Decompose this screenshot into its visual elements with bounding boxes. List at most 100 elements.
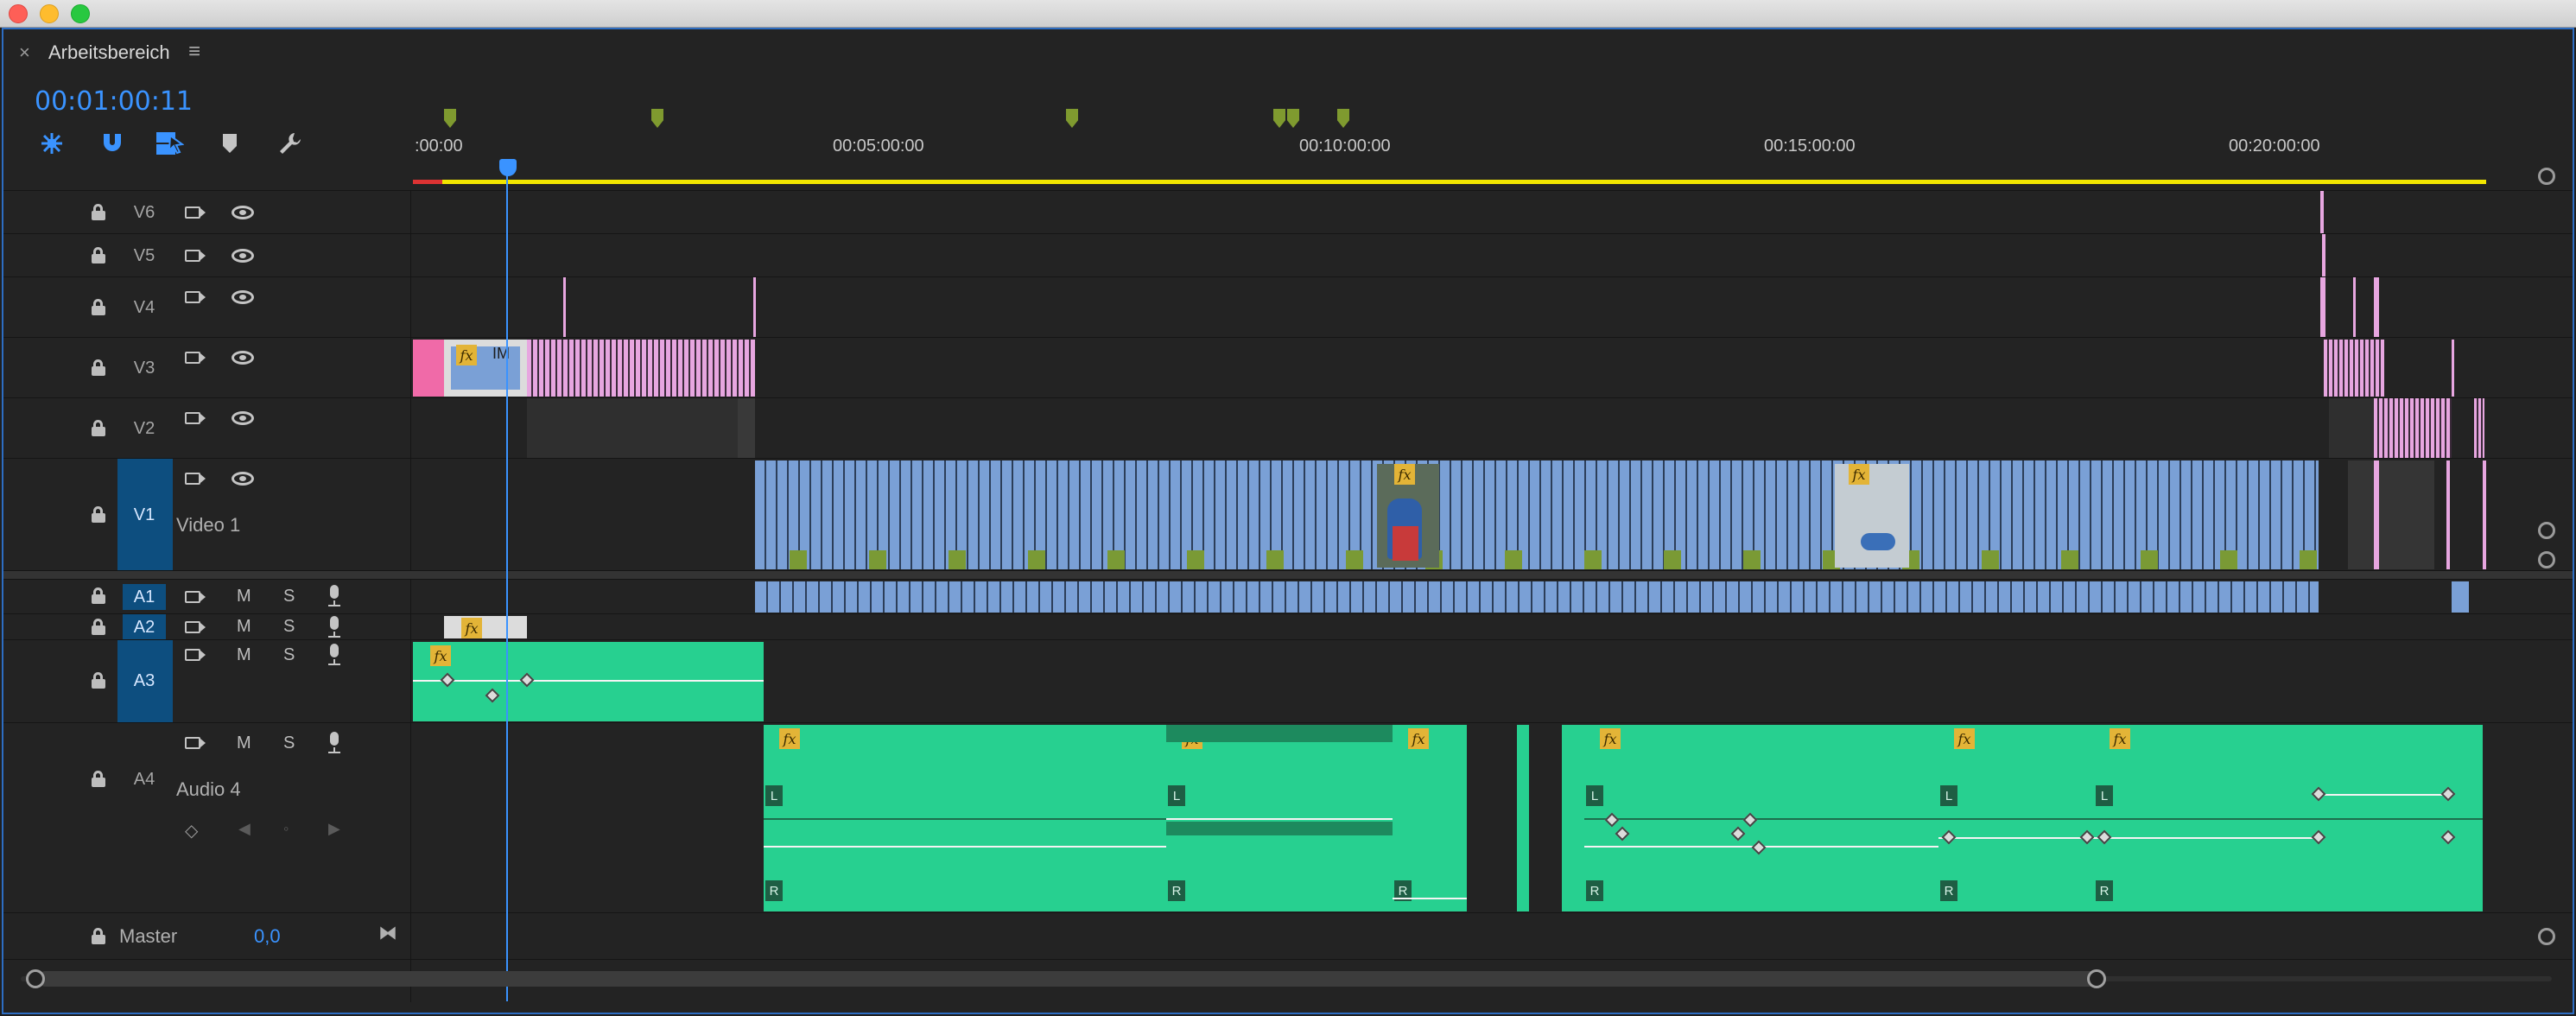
track-lane[interactable]: fx [413, 614, 2540, 639]
track-name[interactable]: V1 [123, 502, 166, 528]
thumbnail-clip[interactable]: fx [1377, 464, 1439, 568]
keyframe-toggle-icon[interactable]: ◦ [283, 820, 289, 838]
keyframe[interactable] [440, 672, 455, 688]
clip[interactable] [2452, 340, 2454, 397]
clip[interactable] [527, 340, 755, 397]
keyframe[interactable] [1941, 829, 1957, 845]
zoom-window-button[interactable] [71, 4, 90, 23]
mute-button[interactable]: M [237, 587, 251, 606]
clip[interactable] [2374, 277, 2379, 337]
track-lane[interactable] [413, 398, 2540, 458]
audio-clip[interactable] [1562, 725, 1584, 911]
microphone-icon[interactable] [327, 644, 342, 666]
audio-scroll-handle[interactable] [2538, 551, 2555, 568]
track-name[interactable]: A4 [123, 766, 166, 792]
clip[interactable] [2320, 191, 2324, 233]
clip[interactable]: fx [444, 616, 527, 638]
eye-icon[interactable] [232, 411, 254, 425]
zoom-scrollbar-start-handle[interactable] [26, 969, 45, 988]
lock-icon[interactable] [90, 927, 107, 944]
track-lane[interactable]: fx IM [413, 338, 2540, 397]
eye-icon[interactable] [232, 290, 254, 304]
zoom-scrollbar-end-handle[interactable] [2087, 969, 2106, 988]
time-ruler[interactable]: :00:00 00:05:00:00 00:10:00:00 00:15:00:… [413, 79, 2552, 192]
track-lane[interactable]: fx L R fx L R fx [413, 723, 2540, 912]
sequence-tab-title[interactable]: Arbeitsbereich [48, 41, 170, 64]
close-window-button[interactable] [9, 4, 28, 23]
audio-scroll-handle[interactable] [2538, 928, 2555, 945]
keyframe[interactable] [519, 672, 535, 688]
sync-lock-icon[interactable] [183, 246, 207, 265]
sequence-marker[interactable] [1287, 109, 1299, 128]
track-lane[interactable] [413, 234, 2540, 276]
track-label[interactable]: Video 1 [176, 514, 240, 537]
thumbnail-clip[interactable]: fx [1835, 464, 1909, 568]
clip[interactable] [2374, 398, 2452, 458]
mute-button[interactable]: M [237, 617, 251, 637]
mute-button[interactable]: M [237, 733, 251, 753]
eye-icon[interactable] [232, 249, 254, 263]
track-lane[interactable] [413, 277, 2540, 337]
clip[interactable] [2322, 234, 2325, 276]
volume-rubberband[interactable] [2319, 794, 2448, 796]
volume-rubberband[interactable] [1166, 818, 1393, 820]
keyframe[interactable] [1742, 812, 1758, 828]
sync-lock-icon[interactable] [183, 348, 207, 367]
microphone-icon[interactable] [327, 732, 342, 754]
clip[interactable] [2329, 398, 2377, 458]
track-name[interactable]: A3 [123, 668, 166, 694]
track-lane[interactable] [413, 580, 2540, 613]
volume-rubberband[interactable] [764, 846, 1166, 848]
audio-clip[interactable]: fx L R [2094, 725, 2483, 911]
eye-icon[interactable] [232, 351, 254, 365]
clip[interactable] [2353, 277, 2356, 337]
prev-keyframe-icon[interactable]: ◀ [238, 820, 251, 838]
sequence-marker[interactable] [1273, 109, 1285, 128]
keyframe[interactable] [2311, 786, 2326, 802]
go-to-end-icon[interactable]: ⧓ [378, 922, 397, 944]
lock-icon[interactable] [90, 671, 107, 689]
eye-icon[interactable] [232, 472, 254, 486]
sequence-marker[interactable] [1066, 109, 1078, 128]
clip[interactable] [2374, 460, 2379, 569]
microphone-icon[interactable] [327, 585, 342, 607]
sequence-marker[interactable] [444, 109, 456, 128]
audio-clip[interactable]: fx L R [1584, 725, 1938, 911]
sequence-marker[interactable] [1337, 109, 1349, 128]
audio-clip[interactable]: fx [413, 642, 764, 721]
lock-icon[interactable] [90, 505, 107, 523]
playhead-handle[interactable] [499, 159, 517, 176]
audio-clip[interactable]: fx L R [764, 725, 1166, 911]
video-clip-group[interactable] [755, 460, 2319, 569]
sequence-marker[interactable] [651, 109, 663, 128]
eye-icon[interactable] [232, 206, 254, 219]
lock-icon[interactable] [90, 203, 107, 220]
track-lane[interactable]: fx [413, 640, 2540, 722]
video-scroll-handle[interactable] [2538, 522, 2555, 539]
video-audio-divider[interactable] [3, 570, 2573, 579]
work-area-bar[interactable] [413, 180, 2486, 184]
video-scroll-handle[interactable] [2538, 168, 2555, 185]
clip[interactable] [2483, 460, 2486, 569]
volume-rubberband[interactable] [2094, 837, 2319, 839]
audio-clip[interactable] [1517, 725, 1529, 911]
keyframe[interactable] [1604, 812, 1620, 828]
clip[interactable] [2320, 277, 2325, 337]
snap-magnet-icon[interactable] [95, 126, 130, 161]
settings-wrench-icon[interactable] [273, 126, 308, 161]
sync-lock-icon[interactable] [183, 469, 207, 488]
add-keyframe-icon[interactable]: ◇ [185, 820, 198, 841]
sync-lock-icon[interactable] [183, 618, 207, 637]
clip-im[interactable]: fx IM [444, 340, 527, 397]
zoom-scrollbar-thumb[interactable] [38, 971, 2103, 987]
audio-clip[interactable]: fx L R [1166, 725, 1393, 911]
solo-button[interactable]: S [283, 587, 295, 606]
clip[interactable] [2324, 340, 2384, 397]
close-panel-icon[interactable]: × [19, 41, 30, 64]
solo-button[interactable]: S [283, 645, 295, 665]
track-name[interactable]: A2 [123, 614, 166, 640]
audio-clip-group[interactable] [755, 581, 2319, 613]
track-lane[interactable]: fx fx [413, 459, 2540, 570]
lock-icon[interactable] [90, 770, 107, 787]
track-lane[interactable] [413, 913, 2540, 959]
